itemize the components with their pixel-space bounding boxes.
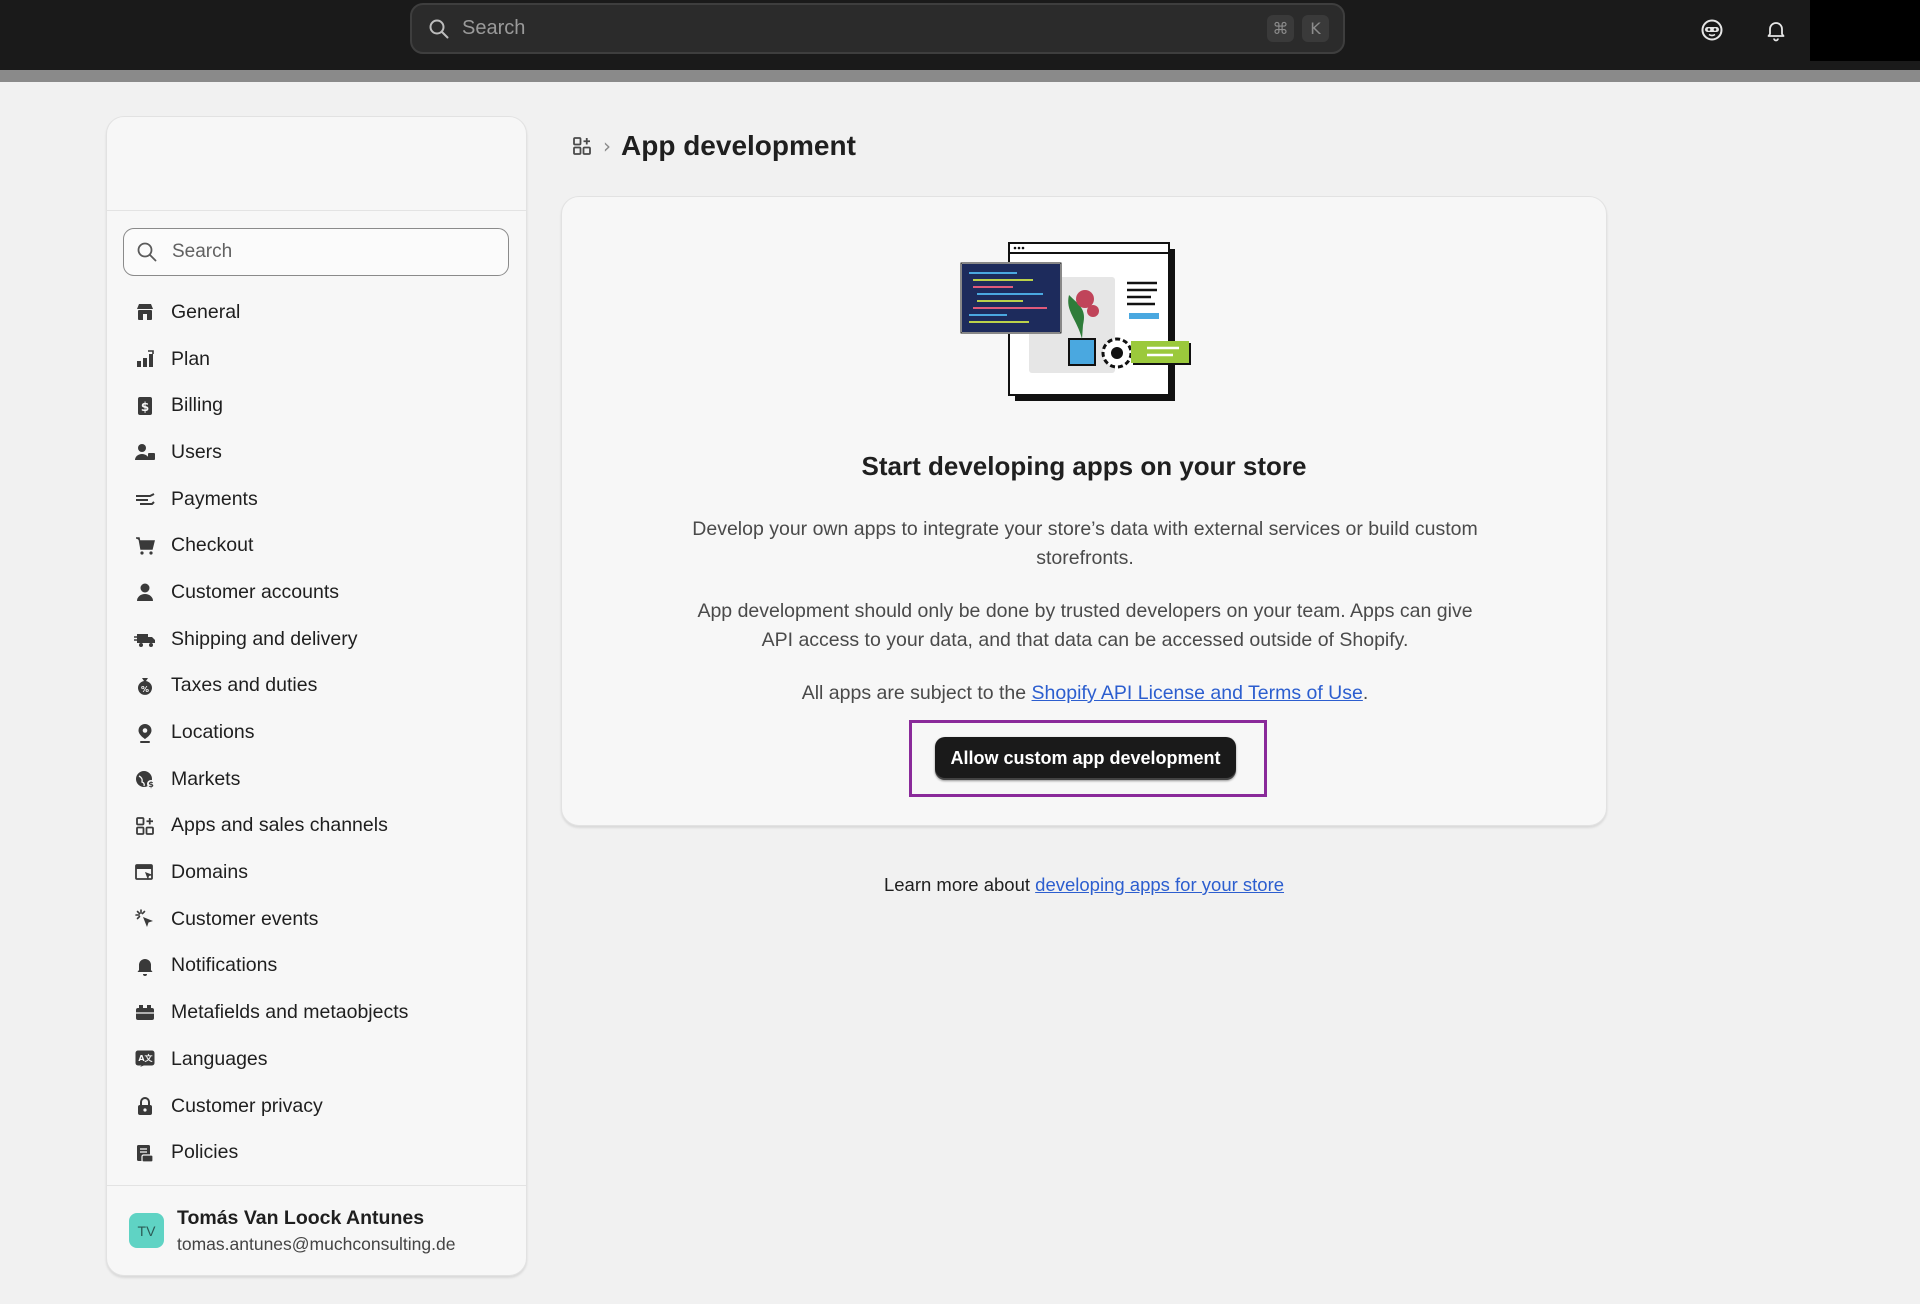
sidebar-item-customer-privacy[interactable]: Customer privacy xyxy=(107,1083,526,1130)
settings-search-placeholder: Search xyxy=(172,241,233,262)
sidebar-item-label: Users xyxy=(171,440,222,463)
sidebar-item-label: Shipping and delivery xyxy=(171,627,358,650)
apps-icon xyxy=(133,814,157,838)
sidebar-item-locations[interactable]: Locations xyxy=(107,709,526,756)
person-icon xyxy=(133,580,157,604)
sidebar-item-label: Customer accounts xyxy=(171,580,339,603)
bell-icon xyxy=(133,954,157,978)
account-menu-area[interactable] xyxy=(1810,0,1920,61)
app-development-illustration xyxy=(960,242,1191,401)
terms-link[interactable]: Shopify API License and Terms of Use xyxy=(1032,682,1363,704)
sidebar-item-languages[interactable]: A文 Languages xyxy=(107,1036,526,1083)
sidebar-item-label: Plan xyxy=(171,347,211,370)
sidebar-item-general[interactable]: General xyxy=(107,289,526,336)
sidebar-item-label: Taxes and duties xyxy=(171,674,318,697)
sidebar-item-customer-events[interactable]: Customer events xyxy=(107,896,526,943)
svg-text:$: $ xyxy=(141,400,149,414)
svg-text:文: 文 xyxy=(145,1053,154,1063)
metafields-icon xyxy=(133,1001,157,1025)
settings-nav: General Plan $ Billing Users Payments Ch… xyxy=(107,289,526,1176)
page-title: App development xyxy=(621,130,856,161)
search-icon xyxy=(428,17,452,41)
store-icon xyxy=(133,300,157,324)
top-bar: Search ⌘ K xyxy=(0,0,1920,70)
svg-text:$: $ xyxy=(148,780,154,789)
settings-search-input[interactable]: Search xyxy=(123,228,509,276)
sidebar-item-label: Markets xyxy=(171,767,241,790)
sidebar-item-label: General xyxy=(171,300,241,323)
location-icon xyxy=(133,721,157,745)
policy-icon xyxy=(133,1141,157,1165)
sidebar-item-domains[interactable]: Domains xyxy=(107,849,526,896)
sidebar-item-label: Domains xyxy=(171,861,248,884)
user-info: Tomás Van Loock Antunes tomas.antunes@mu… xyxy=(177,1207,455,1255)
sidebar-item-label: Customer privacy xyxy=(171,1094,323,1117)
current-user[interactable]: TV Tomás Van Loock Antunes tomas.antunes… xyxy=(107,1185,526,1275)
terms-suffix: . xyxy=(1362,682,1369,704)
sidebar-item-label: Payments xyxy=(171,487,258,510)
terms-prefix: All apps are subject to the xyxy=(801,682,1032,704)
cart-icon xyxy=(133,534,157,558)
card-warning: App development should only be done by t… xyxy=(697,600,1473,651)
allow-custom-app-development-button[interactable]: Allow custom app development xyxy=(935,737,1236,780)
plan-icon xyxy=(133,347,157,371)
search-icon xyxy=(137,242,157,262)
sidebar-item-policies[interactable]: Policies xyxy=(107,1129,526,1176)
global-search-placeholder: Search xyxy=(462,17,526,39)
sidebar-item-shipping[interactable]: Shipping and delivery xyxy=(107,616,526,663)
card-description: Develop your own apps to integrate your … xyxy=(692,518,1478,569)
sidebar-item-customer-accounts[interactable]: Customer accounts xyxy=(107,569,526,616)
breadcrumb-separator: › xyxy=(603,134,611,158)
payments-icon xyxy=(133,487,157,511)
breadcrumb: › App development xyxy=(571,130,856,162)
sidebar-item-markets[interactable]: $ Markets xyxy=(107,756,526,803)
card-title: Start developing apps on your store xyxy=(861,451,1307,481)
learn-more-link[interactable]: developing apps for your store xyxy=(1035,874,1284,895)
sidebar-item-checkout[interactable]: Checkout xyxy=(107,522,526,569)
truck-icon xyxy=(133,627,157,651)
sidebar-item-billing[interactable]: $ Billing xyxy=(107,382,526,429)
shortcut-key-cmd: ⌘ xyxy=(1267,15,1294,42)
topbar-divider xyxy=(0,70,1920,82)
sidebar-item-plan[interactable]: Plan xyxy=(107,336,526,383)
settings-sidebar: Search General Plan $ Billing Users Paym… xyxy=(106,116,527,1276)
card-terms: All apps are subject to the Shopify API … xyxy=(692,679,1478,708)
global-search-bar[interactable]: Search ⌘ K xyxy=(410,3,1345,54)
sidebar-item-label: Languages xyxy=(171,1047,268,1070)
cursor-click-icon xyxy=(133,907,157,931)
sidebar-item-taxes[interactable]: % Taxes and duties xyxy=(107,663,526,710)
sidebar-item-label: Policies xyxy=(171,1141,239,1164)
shortcut-key-k: K xyxy=(1302,15,1329,42)
sidebar-item-apps[interactable]: Apps and sales channels xyxy=(107,803,526,850)
sidebar-item-metafields[interactable]: Metafields and metaobjects xyxy=(107,989,526,1036)
user-name: Tomás Van Loock Antunes xyxy=(177,1206,425,1229)
sidebar-item-notifications[interactable]: Notifications xyxy=(107,943,526,990)
apps-icon[interactable] xyxy=(571,135,593,157)
sidebar-item-label: Apps and sales channels xyxy=(171,814,388,837)
sidebar-item-label: Metafields and metaobjects xyxy=(171,1001,409,1024)
sidebar-item-label: Customer events xyxy=(171,907,319,930)
app-development-card: Start developing apps on your store Deve… xyxy=(561,196,1607,826)
sidebar-item-label: Billing xyxy=(171,394,224,417)
sidebar-item-label: Notifications xyxy=(171,954,278,977)
learn-more: Learn more about developing apps for you… xyxy=(561,874,1607,896)
language-icon: A文 xyxy=(133,1047,157,1071)
user-email: tomas.antunes@muchconsulting.de xyxy=(177,1233,456,1254)
svg-text:%: % xyxy=(141,685,149,694)
tax-icon: % xyxy=(133,674,157,698)
bell-icon[interactable] xyxy=(1762,16,1790,44)
learn-more-prefix: Learn more about xyxy=(883,874,1036,895)
domains-icon xyxy=(133,861,157,885)
mascot-icon[interactable] xyxy=(1698,16,1726,44)
sidebar-item-label: Checkout xyxy=(171,534,254,557)
sidebar-item-label: Locations xyxy=(171,721,255,744)
sidebar-item-users[interactable]: Users xyxy=(107,429,526,476)
lock-icon xyxy=(133,1094,157,1118)
avatar: TV xyxy=(129,1213,164,1248)
billing-icon: $ xyxy=(133,394,157,418)
sidebar-header xyxy=(107,117,526,211)
users-icon xyxy=(133,440,157,464)
sidebar-item-payments[interactable]: Payments xyxy=(107,476,526,523)
globe-icon: $ xyxy=(133,767,157,791)
